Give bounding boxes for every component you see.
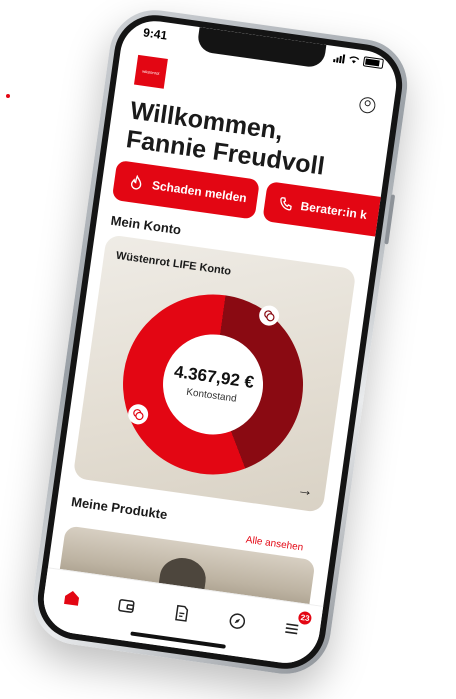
signal-icon xyxy=(333,53,346,64)
user-circle-icon[interactable] xyxy=(358,96,377,115)
notification-badge: 23 xyxy=(297,610,313,626)
battery-icon xyxy=(362,56,384,69)
report-damage-label: Schaden melden xyxy=(151,178,248,206)
document-icon[interactable] xyxy=(168,600,195,627)
decorative-dot xyxy=(6,94,10,98)
balance-center: 4.367,92 € Kontostand xyxy=(156,327,270,441)
compass-icon[interactable] xyxy=(223,608,250,635)
phone-mockup: 9:41 wüstenrot Willkommen, Fannie Freudv… xyxy=(26,4,414,680)
app-screen: 9:41 wüstenrot Willkommen, Fannie Freudv… xyxy=(39,16,401,668)
coins-icon xyxy=(257,304,281,327)
status-icons xyxy=(333,52,384,69)
balance-donut: 4.367,92 € Kontostand xyxy=(111,282,315,487)
account-card-title: Wüstenrot LIFE Konto xyxy=(115,249,232,278)
phone-icon xyxy=(280,197,292,211)
my-products-heading: Meine Produkte xyxy=(70,493,169,523)
advisor-label: Berater:in k xyxy=(299,198,368,223)
arrow-right-icon[interactable]: → xyxy=(296,481,314,501)
savings-icon xyxy=(126,403,150,426)
balance-amount: 4.367,92 € xyxy=(172,362,256,393)
view-all-link[interactable]: Alle ansehen xyxy=(245,535,304,554)
wallet-icon[interactable] xyxy=(113,592,140,619)
logo-text: wüstenrot xyxy=(142,68,160,76)
wifi-icon xyxy=(349,56,360,64)
account-card[interactable]: Wüstenrot LIFE Konto 4.367,92 € Kontosta… xyxy=(72,234,357,513)
status-time: 9:41 xyxy=(142,25,169,43)
menu-icon[interactable]: 23 xyxy=(278,610,313,642)
home-icon[interactable] xyxy=(58,584,85,611)
my-account-heading: Mein Konto xyxy=(109,212,183,238)
flame-icon xyxy=(130,174,142,190)
brand-logo: wüstenrot xyxy=(133,54,168,89)
